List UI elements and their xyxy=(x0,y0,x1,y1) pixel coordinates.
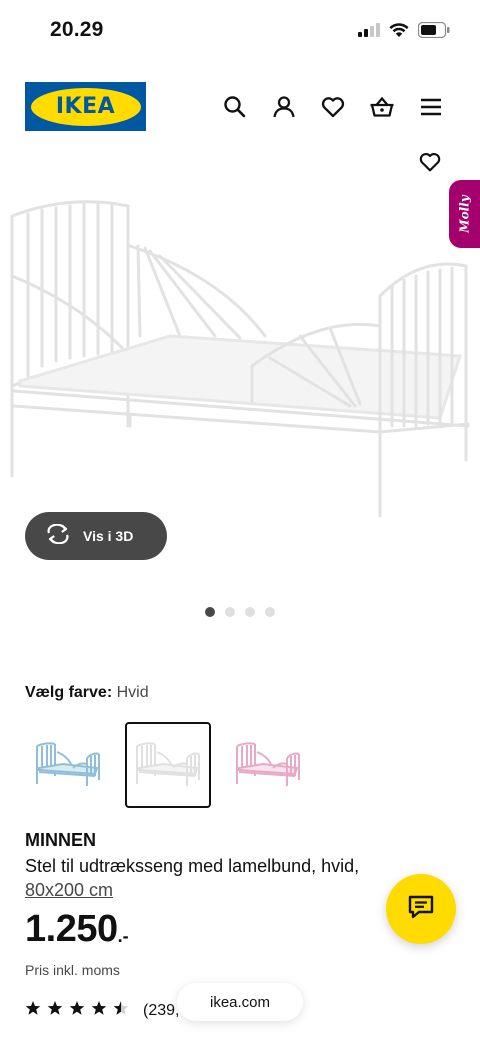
price-amount: 1.250 xyxy=(25,908,118,950)
color-swatches xyxy=(25,722,311,808)
carousel-dot-3[interactable] xyxy=(245,607,255,617)
product-price: 1.250 .- xyxy=(25,908,129,951)
swatch-white[interactable] xyxy=(125,722,211,808)
price-note: Pris inkl. moms xyxy=(25,962,120,978)
carousel-dots xyxy=(205,607,275,617)
browser-url-pill[interactable]: ikea.com xyxy=(177,983,303,1021)
rotate-3d-icon xyxy=(45,523,71,549)
site-header: IKEA xyxy=(0,64,480,154)
favorite-heart-icon[interactable] xyxy=(418,150,442,174)
star-icon xyxy=(91,1000,107,1021)
product-image-bed xyxy=(10,200,470,518)
status-bar: 20.29 xyxy=(0,0,480,64)
color-label: Vælg farve: xyxy=(25,684,113,701)
color-value: Hvid xyxy=(116,684,149,701)
battery-icon xyxy=(417,21,450,43)
carousel-dot-4[interactable] xyxy=(265,607,275,617)
search-icon[interactable] xyxy=(222,94,248,120)
star-half-icon xyxy=(113,1000,129,1021)
status-time: 20.29 xyxy=(50,18,104,41)
wifi-icon xyxy=(389,22,409,43)
signal-icon xyxy=(358,23,380,42)
product-rating[interactable]: (239, xyxy=(25,1000,179,1021)
chat-icon xyxy=(407,894,435,925)
star-icon xyxy=(69,1000,85,1021)
status-icons xyxy=(358,21,450,43)
swatch-light-blue[interactable] xyxy=(25,722,111,808)
star-icon xyxy=(47,1000,63,1021)
product-description: Stel til udtræksseng med lamelbund, hvid… xyxy=(25,856,360,876)
product-size-link[interactable]: 80x200 cm xyxy=(25,880,113,901)
chat-button[interactable] xyxy=(386,874,456,944)
header-nav xyxy=(222,94,444,120)
bed-thumbnail-white xyxy=(136,742,200,786)
rating-count: (239, xyxy=(143,1001,180,1019)
logo-oval: IKEA xyxy=(30,87,141,126)
logo-text: IKEA xyxy=(55,94,116,119)
carousel-dot-2[interactable] xyxy=(225,607,235,617)
price-suffix: .- xyxy=(117,926,129,946)
bed-thumbnail-pink xyxy=(236,742,300,786)
product-name: MINNEN xyxy=(25,830,96,850)
star-icon xyxy=(25,1000,41,1021)
view-3d-label: Vis i 3D xyxy=(83,528,134,544)
ikea-logo[interactable]: IKEA xyxy=(25,82,146,131)
menu-icon[interactable] xyxy=(418,94,444,120)
color-selector-label: Vælg farve: Hvid xyxy=(25,684,149,702)
basket-icon[interactable] xyxy=(369,94,395,120)
view-3d-button[interactable]: Vis i 3D xyxy=(25,512,167,560)
bed-thumbnail-blue xyxy=(36,742,100,786)
rating-stars xyxy=(25,1000,129,1021)
swatch-pink[interactable] xyxy=(225,722,311,808)
carousel-dot-1[interactable] xyxy=(205,607,215,617)
heart-icon[interactable] xyxy=(320,94,346,120)
user-icon[interactable] xyxy=(271,94,297,120)
